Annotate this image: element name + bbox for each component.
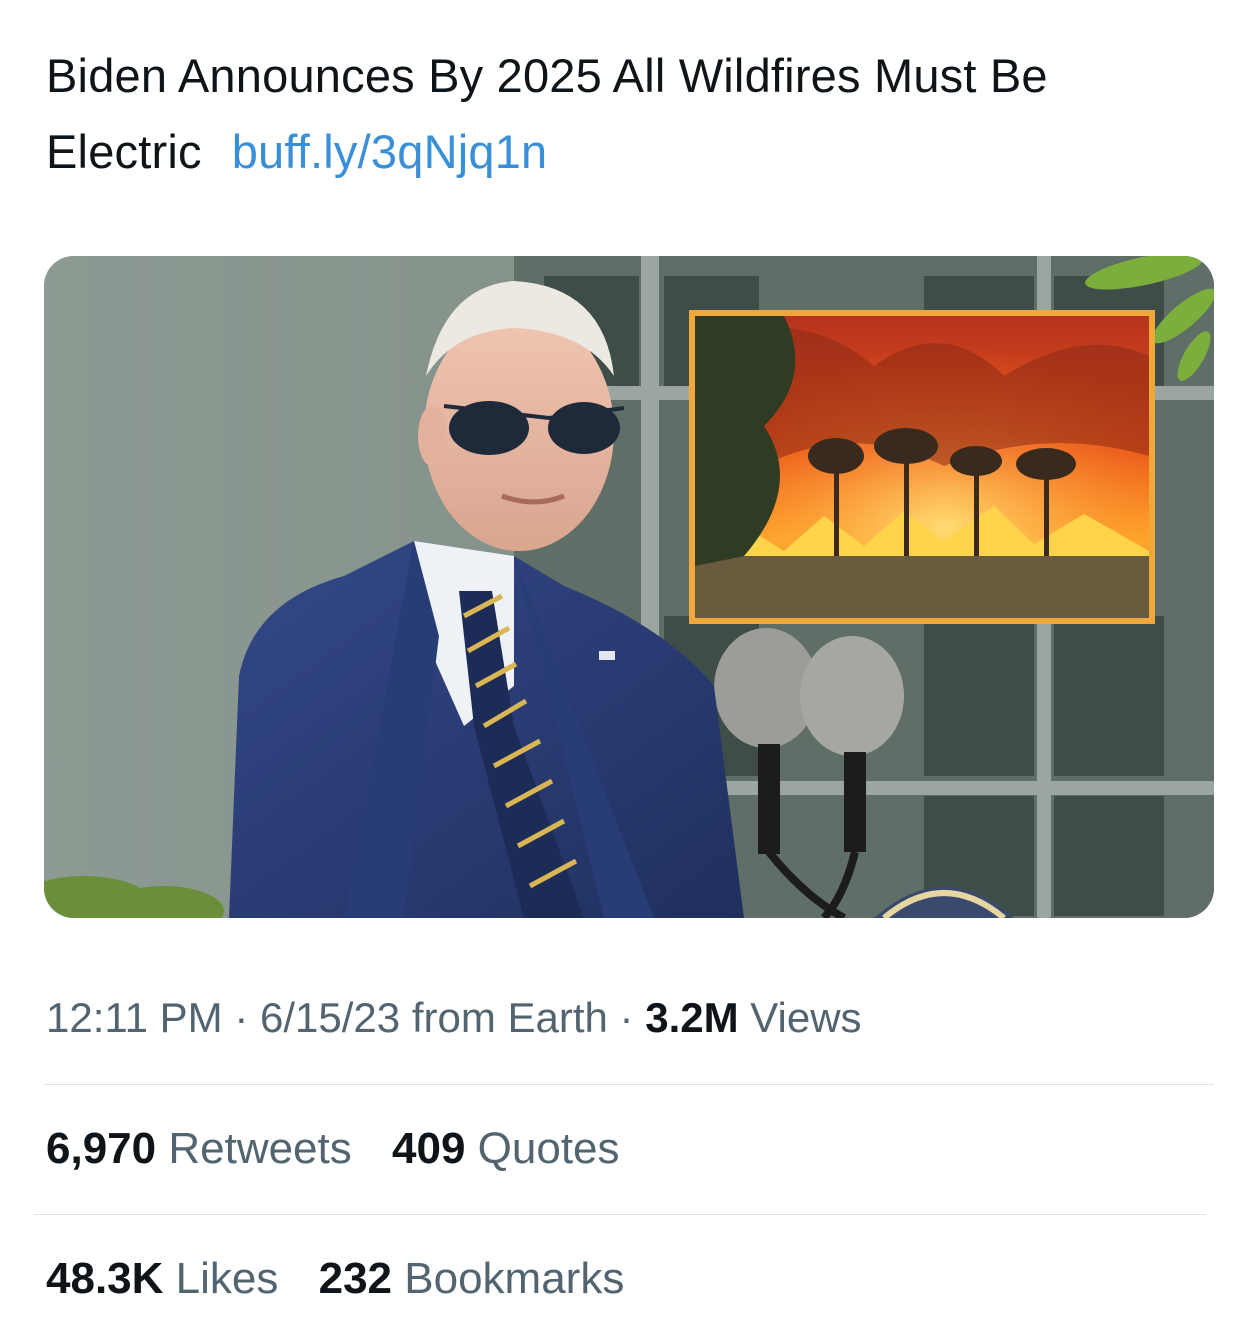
likes-count: 48.3K — [46, 1254, 164, 1303]
media-image — [44, 256, 1214, 918]
retweets-label: Retweets — [168, 1124, 352, 1173]
tweet-text: Biden Announces By 2025 All Wildfires Mu… — [46, 38, 1216, 190]
tweet-source: from Earth — [411, 994, 608, 1041]
quotes-label: Quotes — [477, 1124, 620, 1173]
bookmarks-label: Bookmarks — [404, 1254, 625, 1303]
tweet-meta: 12:11 PM · 6/15/23 from Earth · 3.2M Vie… — [46, 994, 862, 1042]
quotes-count: 409 — [392, 1124, 466, 1173]
retweets-count: 6,970 — [46, 1124, 157, 1173]
likes-label: Likes — [175, 1254, 279, 1303]
divider — [44, 1084, 1214, 1085]
tweet-link[interactable]: buff.ly/3qNjq1n — [232, 125, 548, 178]
bookmarks-stat[interactable]: 232 Bookmarks — [319, 1254, 625, 1303]
meta-separator: · — [619, 994, 634, 1041]
divider — [34, 1214, 1206, 1215]
meta-separator: · — [234, 994, 249, 1041]
bookmarks-count: 232 — [318, 1254, 393, 1303]
tweet-time[interactable]: 12:11 PM — [46, 994, 223, 1041]
quotes-stat[interactable]: 409 Quotes — [392, 1124, 620, 1173]
views-label: Views — [750, 994, 862, 1041]
retweets-stat[interactable]: 6,970 Retweets — [46, 1124, 352, 1173]
engagement-row-likes: 48.3K Likes 232 Bookmarks — [46, 1254, 652, 1304]
tweet-date[interactable]: 6/15/23 — [260, 994, 400, 1041]
wildfire-inset — [689, 310, 1155, 624]
likes-stat[interactable]: 48.3K Likes — [46, 1254, 278, 1303]
tweet-media[interactable] — [44, 256, 1214, 918]
views-count: 3.2M — [645, 994, 739, 1041]
engagement-row-reposts: 6,970 Retweets 409 Quotes — [46, 1124, 648, 1174]
